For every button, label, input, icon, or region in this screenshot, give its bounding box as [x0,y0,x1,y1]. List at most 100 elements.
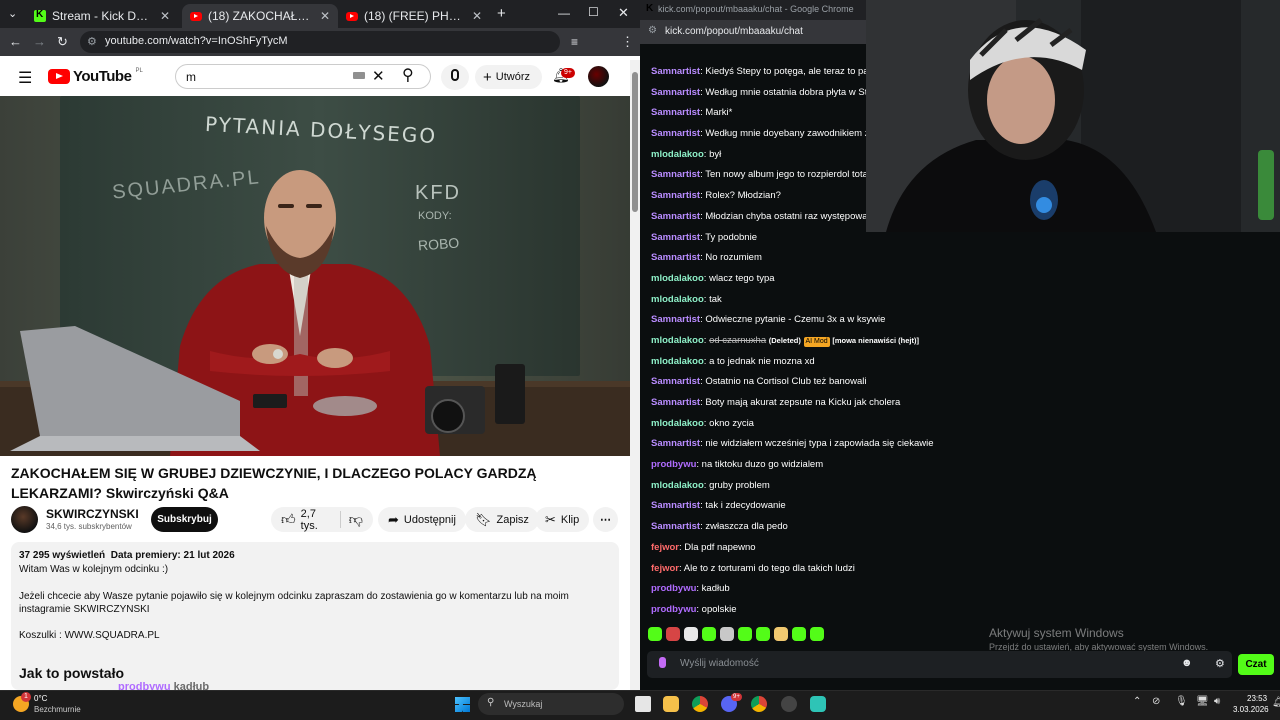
video-description[interactable]: 37 295 wyświetleń Data premiery: 21 lut … [11,542,619,690]
reload-icon[interactable]: ↻ [57,34,68,50]
site-info-icon[interactable]: ⚙ [87,35,97,48]
file-explorer-icon[interactable] [663,696,679,712]
task-view-icon[interactable] [635,696,651,712]
chat-username[interactable]: Samnartist [651,438,700,449]
save-button[interactable]: 🔖︎ Zapisz [465,507,539,532]
chat-username[interactable]: fejwor [651,563,679,574]
notifications-bell-icon[interactable]: 🔔︎ [1272,697,1280,708]
tray-expand-icon[interactable]: ⌃ [1133,696,1141,707]
weather-temp[interactable]: 0°C [34,694,47,703]
back-arrow-icon[interactable]: ← [9,34,22,50]
app-icon[interactable] [810,696,826,712]
clip-button[interactable]: ✂ Klip [535,507,590,532]
tab-kick-dashboard[interactable]: Stream - Kick Dashboard ✕ [26,4,178,28]
like-count[interactable]: 2,7 tys. [301,508,327,532]
chat-username[interactable]: mlodalakoo [651,356,704,367]
emote-icon[interactable] [792,627,806,641]
emote-icon[interactable] [810,627,824,641]
chat-username[interactable]: Samnartist [651,314,700,325]
video-player[interactable]: PYTANIA DOŁYSEGO SQUADRA.PL KFD KODY: RO… [0,96,632,456]
chat-username[interactable]: mlodalakoo [651,294,704,305]
site-info-icon[interactable]: ⚙ [648,25,657,36]
tab-phonk[interactable]: (18) (FREE) PHONK MEMPHIS ✕ [338,4,490,28]
obs-app-icon[interactable] [781,696,797,712]
close-icon[interactable]: ✕ [472,9,482,23]
browser-menu-icon[interactable]: ⋮ [621,34,634,50]
chat-username[interactable]: Samnartist [651,107,700,118]
network-icon[interactable]: 🖥︎ [1196,696,1209,707]
chat-username[interactable]: Samnartist [651,252,700,263]
volume-icon[interactable]: 🔊︎ [1214,696,1220,707]
microphone-icon[interactable] [659,657,666,668]
more-actions-icon[interactable]: ⋯ [593,507,618,532]
address-url[interactable]: youtube.com/watch?v=InOShFyTycM [105,35,288,47]
chat-username[interactable]: mlodalakoo [651,480,704,491]
chat-username[interactable]: Samnartist [651,500,700,511]
channel-name[interactable]: SKWIRCZYNSKI [46,507,139,521]
emote-icon[interactable] [684,627,698,641]
thumbs-down-icon[interactable]: 👎︎ [339,511,363,528]
create-button[interactable]: + Utwórz [475,65,542,89]
chrome-app-icon-2[interactable] [751,696,767,712]
chat-username[interactable]: Samnartist [651,190,700,201]
chat-username[interactable]: Samnartist [651,376,700,387]
subscribe-button[interactable]: Subskrybuj [151,507,218,532]
chat-username[interactable]: Samnartist [651,521,700,532]
tray-app-icon[interactable]: ⊘ [1152,696,1160,707]
tray-mic-icon[interactable]: 🎙︎ [1175,696,1188,707]
page-scrollbar[interactable] [630,60,640,690]
emote-icon[interactable] [774,627,788,641]
forward-arrow-icon[interactable]: → [33,34,46,50]
chat-username[interactable]: Samnartist [651,211,700,222]
scrollbar-thumb[interactable] [632,72,638,212]
thumbs-up-icon[interactable]: 👍︎ [281,511,296,528]
chat-url[interactable]: kick.com/popout/mbaaaku/chat [665,26,860,37]
chat-username[interactable]: fejwor [651,542,679,553]
chat-username[interactable]: Samnartist [651,397,700,408]
chat-settings-gear-icon[interactable]: ⚙ [1215,657,1225,670]
clock-date[interactable]: 3.03.2026 [1233,705,1269,714]
search-input[interactable] [175,64,431,89]
emote-icon[interactable] [738,627,752,641]
window-close-icon[interactable]: ✕ [618,5,629,21]
new-tab-plus-icon[interactable]: + [497,5,506,22]
share-button[interactable]: ➦ Udostępnij [378,507,466,532]
close-icon[interactable]: ✕ [320,9,330,23]
chat-username[interactable]: prodbywu [651,583,696,594]
chat-username[interactable]: mlodalakoo [651,418,704,429]
account-avatar[interactable] [588,66,609,87]
chat-username[interactable]: Samnartist [651,128,700,139]
emote-icon[interactable] [756,627,770,641]
emote-icon[interactable] [720,627,734,641]
tab-search-icon[interactable]: ⌄ [8,7,17,20]
youtube-logo[interactable]: YouTube PL [48,68,143,85]
tab-youtube-video[interactable]: (18) ZAKOCHAŁEM SIĘ W GRUBEJ ✕ [182,4,338,28]
chat-username[interactable]: mlodalakoo [651,149,704,160]
chat-username[interactable]: Samnartist [651,232,700,243]
playlist-icon[interactable]: ≡ [571,34,578,50]
chrome-app-icon[interactable] [692,696,708,712]
chat-username[interactable]: mlodalakoo [651,273,704,284]
chat-username[interactable]: Samnartist [651,87,700,98]
chat-address-bar[interactable]: ⚙ kick.com/popout/mbaaaku/chat [640,20,866,44]
close-icon[interactable]: ✕ [160,9,170,23]
minimize-icon[interactable]: — [558,6,570,20]
channel-avatar[interactable] [11,506,38,533]
chat-username[interactable]: prodbywu [651,459,696,470]
chat-message-input[interactable]: Wyślij wiadomość ☻ [647,651,1232,678]
chat-username[interactable]: Samnartist [651,66,700,77]
chat-username[interactable]: Samnartist [651,169,700,180]
search-icon[interactable]: ⚲ [402,65,414,85]
taskbar-search-box[interactable]: ⚲ Wyszukaj [478,693,624,715]
clear-search-icon[interactable]: ✕ [372,67,385,85]
emoji-picker-icon[interactable]: ☻ [1181,657,1193,669]
clock-time[interactable]: 23:53 [1247,694,1267,703]
chat-username[interactable]: mlodalakoo [651,335,704,346]
keyboard-icon[interactable] [353,72,365,79]
hamburger-menu-icon[interactable]: ☰ [18,68,32,88]
emote-icon[interactable] [648,627,662,641]
emote-icon[interactable] [666,627,680,641]
send-chat-button[interactable]: Czat [1238,654,1274,675]
emote-icon[interactable] [702,627,716,641]
maximize-icon[interactable]: ☐ [588,5,599,19]
